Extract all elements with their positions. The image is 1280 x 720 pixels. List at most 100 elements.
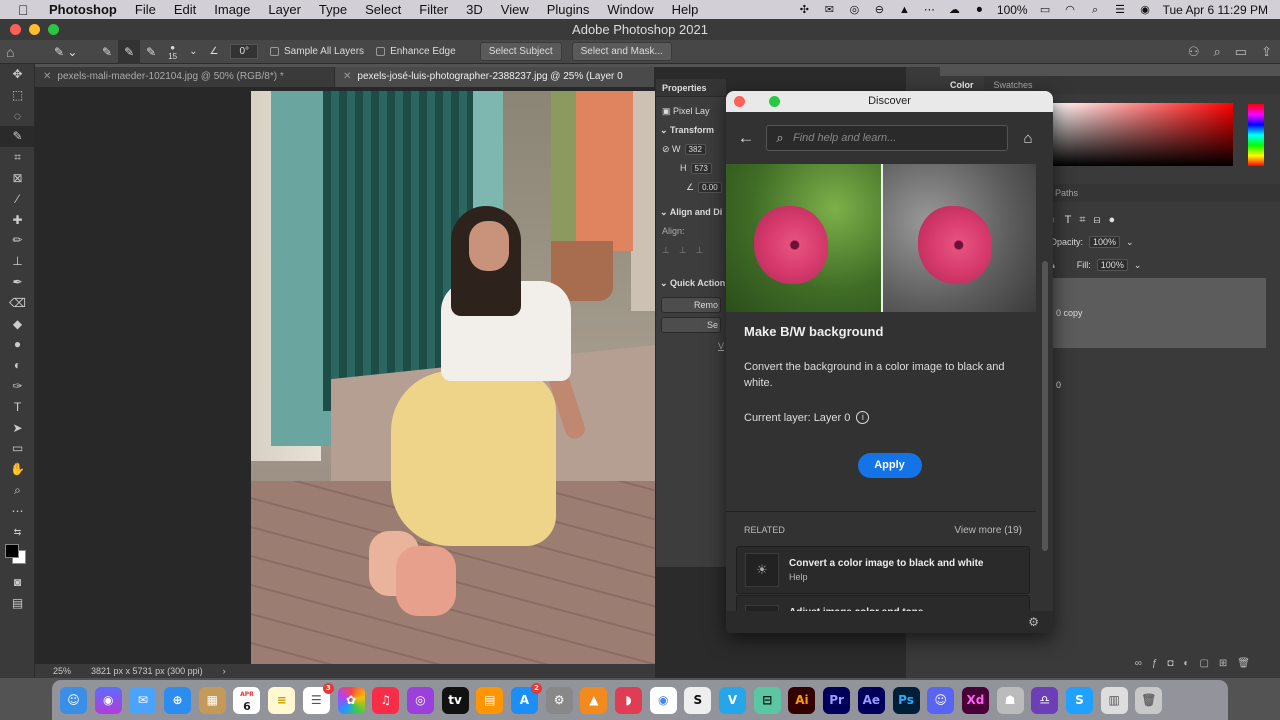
- close-tab-icon[interactable]: ✕: [43, 71, 51, 82]
- menu-layer[interactable]: Layer: [259, 2, 310, 17]
- apple-tv-icon[interactable]: tv: [441, 686, 469, 714]
- before-after-image[interactable]: [726, 164, 1036, 312]
- share-icon[interactable]: ⚇: [1188, 44, 1200, 60]
- menu-help[interactable]: Help: [663, 2, 708, 17]
- layer-row-copy[interactable]: 0 copy: [1053, 278, 1266, 348]
- menu-window[interactable]: Window: [598, 2, 662, 17]
- photos-icon[interactable]: ✿: [337, 686, 365, 714]
- angle-field[interactable]: 0°: [224, 40, 264, 64]
- spotlight-search-icon[interactable]: ⌕: [1088, 4, 1103, 16]
- trash-icon[interactable]: 🗑︎: [1135, 686, 1163, 714]
- share-upload-icon[interactable]: ⇪: [1261, 44, 1272, 60]
- close-tab-icon[interactable]: ✕: [343, 71, 351, 82]
- path-selection-icon[interactable]: ➤: [0, 418, 35, 439]
- safari-icon[interactable]: ⊕: [164, 686, 192, 714]
- history-brush-icon[interactable]: ✒: [0, 272, 35, 293]
- zoom-window-button[interactable]: [48, 24, 59, 35]
- info-icon[interactable]: i: [856, 411, 870, 424]
- layer-footer-icons[interactable]: ∞ƒ◘◐▢⊞🗑︎: [940, 658, 1280, 678]
- move-tool-icon[interactable]: ✥: [0, 64, 35, 85]
- align-icons[interactable]: ⊥⊥⊥: [656, 241, 726, 260]
- color-swatches[interactable]: [0, 542, 35, 572]
- zoom-level[interactable]: 25%: [53, 666, 71, 676]
- close-window-button[interactable]: [10, 24, 21, 35]
- control-center-icon[interactable]: ☰: [1113, 4, 1128, 16]
- app-v-icon[interactable]: V: [719, 686, 747, 714]
- photoshop-icon[interactable]: Ps: [892, 686, 920, 714]
- status-app-icon[interactable]: ✣: [797, 4, 812, 16]
- menu-edit[interactable]: Edit: [165, 2, 205, 17]
- crop-tool-icon[interactable]: ⌗: [0, 147, 35, 168]
- podcasts-icon[interactable]: ◎: [406, 686, 434, 714]
- chevron-down-icon[interactable]: ⌄: [1126, 237, 1134, 248]
- transform-section[interactable]: ⌄ Transform: [656, 121, 726, 140]
- document-canvas[interactable]: [35, 87, 655, 664]
- search-icon[interactable]: ⌕: [1214, 44, 1221, 60]
- reminders-icon[interactable]: ☰ 3: [302, 682, 334, 714]
- wifi-icon[interactable]: ◠: [1063, 4, 1078, 16]
- new-selection-icon[interactable]: ✎: [96, 40, 118, 64]
- headphones-icon[interactable]: ♎: [1031, 686, 1059, 714]
- height-field[interactable]: 573: [690, 163, 712, 174]
- vlc-icon[interactable]: ▲: [580, 686, 608, 714]
- zoom-discover-button[interactable]: [769, 96, 780, 107]
- fill-field[interactable]: 100%: [1096, 259, 1128, 271]
- books-icon[interactable]: ▤: [476, 686, 504, 714]
- menu-3d[interactable]: 3D: [457, 2, 492, 17]
- app-glasses-icon[interactable]: ⊟: [753, 686, 781, 714]
- home-icon[interactable]: ⌂: [1008, 130, 1048, 147]
- menu-plugins[interactable]: Plugins: [538, 2, 599, 17]
- cc-status-icon[interactable]: ◎: [847, 4, 862, 16]
- workspace-icon[interactable]: ▭: [1235, 44, 1247, 60]
- remove-background-button[interactable]: Remo: [661, 297, 721, 313]
- menu-app-name[interactable]: Photoshop: [40, 2, 126, 17]
- enhance-edge-checkbox[interactable]: Enhance Edge: [370, 40, 462, 64]
- width-field[interactable]: 382: [684, 144, 706, 155]
- menu-type[interactable]: Type: [310, 2, 356, 17]
- menu-filter[interactable]: Filter: [410, 2, 457, 17]
- hue-slider[interactable]: [1248, 104, 1264, 166]
- close-discover-button[interactable]: [734, 96, 745, 107]
- hand-tool-icon[interactable]: ✋: [0, 459, 35, 480]
- vlc-status-icon[interactable]: ▲: [897, 4, 912, 16]
- select-subject-button[interactable]: Select Subject: [479, 42, 562, 61]
- clock[interactable]: Tue Apr 6 11:29 PM: [1163, 3, 1268, 17]
- opacity-field[interactable]: 100%: [1089, 236, 1121, 248]
- finder-icon[interactable]: ☺: [60, 686, 87, 714]
- after-effects-icon[interactable]: Ae: [857, 686, 885, 714]
- apply-button[interactable]: Apply: [857, 453, 922, 478]
- document-tab-1[interactable]: ✕ pexels-mali-maeder-102104.jpg @ 50% (RG…: [35, 67, 335, 87]
- downloads-icon[interactable]: ▥: [1100, 686, 1128, 714]
- chrome-icon[interactable]: ◉: [649, 686, 677, 714]
- select-subject-qa-button[interactable]: Se: [661, 317, 721, 333]
- quick-selection-tool-icon[interactable]: ✎: [0, 126, 35, 148]
- paint-bucket-icon[interactable]: ◆: [0, 314, 35, 335]
- blur-tool-icon[interactable]: ●: [0, 334, 35, 355]
- brush-dropdown-icon[interactable]: ⌄: [183, 40, 203, 64]
- battery-icon[interactable]: ▭: [1038, 4, 1053, 16]
- paths-tab[interactable]: Paths: [1055, 188, 1078, 198]
- tool-preset-picker[interactable]: ✎ ⌄: [48, 40, 96, 64]
- dodge-tool-icon[interactable]: ◐: [0, 355, 35, 376]
- zoom-tool-icon[interactable]: ⌕: [0, 480, 35, 501]
- swap-colors-icon[interactable]: ⇆: [0, 522, 35, 543]
- quick-actions-section[interactable]: ⌄ Quick Action: [656, 274, 726, 293]
- dots-icon[interactable]: ⋯: [922, 4, 937, 16]
- status-arrow-icon[interactable]: ›: [223, 666, 226, 676]
- frame-tool-icon[interactable]: ⊠: [0, 168, 35, 189]
- minimize-window-button[interactable]: [29, 24, 40, 35]
- lasso-tool-icon[interactable]: ◌: [0, 106, 35, 127]
- app-robot-icon[interactable]: ☗: [996, 686, 1024, 714]
- home-icon[interactable]: ⌂: [0, 40, 48, 64]
- more-tools-icon[interactable]: ⋯: [0, 501, 35, 522]
- related-card-1[interactable]: ☀ Convert a color image to black and whi…: [736, 546, 1030, 594]
- contacts-icon[interactable]: ▦: [198, 686, 226, 714]
- eyedropper-tool-icon[interactable]: ⁄: [0, 189, 35, 210]
- app-s-icon[interactable]: S: [684, 686, 712, 714]
- rectangle-tool-icon[interactable]: ▭: [0, 438, 35, 459]
- discover-scrollbar[interactable]: [1042, 261, 1048, 551]
- view-more-link[interactable]: V: [656, 337, 726, 356]
- apple-icon[interactable]: : [18, 2, 40, 18]
- menu-select[interactable]: Select: [356, 2, 410, 17]
- back-arrow-icon[interactable]: ←: [726, 128, 766, 148]
